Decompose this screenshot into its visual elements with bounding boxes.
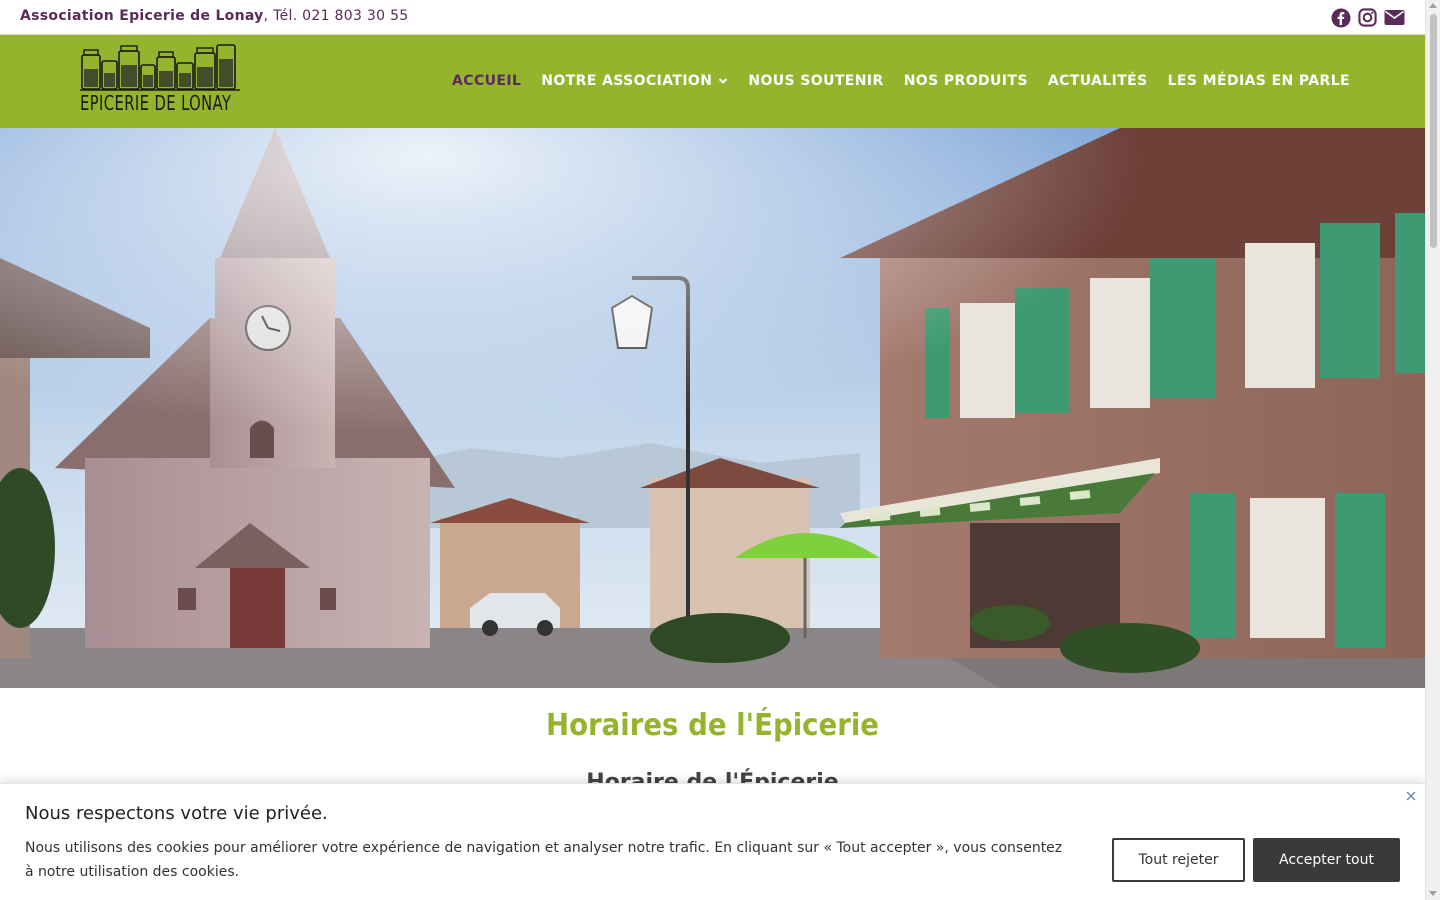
cookie-banner: Nous respectons votre vie privée. Nous u… — [0, 783, 1425, 900]
nav-item-notre-association[interactable]: NOTRE ASSOCIATION — [541, 73, 728, 89]
scroll-up-arrow-icon[interactable] — [1429, 3, 1437, 8]
nav-label: ACTUALITÉS — [1047, 73, 1148, 89]
social-links — [1330, 7, 1405, 28]
nav-item-medias[interactable]: LES MÉDIAS EN PARLE — [1168, 73, 1350, 89]
cookie-text: Nous utilisons des cookies pour améliore… — [25, 840, 1063, 880]
main-nav: ACCUEIL NOTRE ASSOCIATION NOUS SOUTENIR … — [452, 73, 1350, 89]
nav-label: NOS PRODUITS — [903, 73, 1028, 89]
logo-text: EPICERIE DE LONAY — [80, 91, 232, 115]
page-scrollbar[interactable] — [1425, 0, 1440, 900]
nav-item-accueil[interactable]: ACCUEIL — [452, 73, 521, 89]
nav-label: ACCUEIL — [452, 73, 522, 89]
envelope-icon[interactable] — [1384, 7, 1405, 28]
facebook-icon[interactable] — [1330, 7, 1351, 28]
nav-item-nos-produits[interactable]: NOS PRODUITS — [904, 73, 1028, 89]
page-title: Horaires de l'Épicerie — [545, 708, 880, 743]
scroll-down-arrow-icon[interactable] — [1429, 891, 1437, 896]
nav-item-actualites[interactable]: ACTUALITÉS — [1048, 73, 1148, 89]
accept-all-button[interactable]: Accepter tout — [1253, 838, 1400, 882]
nav-label: NOTRE ASSOCIATION — [541, 73, 713, 89]
org-name: Association Epicerie de Lonay — [20, 8, 264, 24]
nav-item-nous-soutenir[interactable]: NOUS SOUTENIR — [748, 73, 883, 89]
reject-all-button[interactable]: Tout rejeter — [1112, 838, 1245, 882]
nav-label: LES MÉDIAS EN PARLE — [1167, 73, 1350, 89]
site-header: EPICERIE DE LONAY ACCUEIL NOTRE ASSOCIAT… — [0, 35, 1425, 128]
chevron-down-icon — [719, 78, 728, 84]
cookie-heading: Nous respectons votre vie privée. — [25, 803, 328, 824]
instagram-icon[interactable] — [1357, 7, 1378, 28]
close-icon[interactable] — [1404, 788, 1418, 802]
nav-label: NOUS SOUTENIR — [748, 73, 884, 89]
phone-number: , Tél. 021 803 30 55 — [263, 8, 409, 24]
top-bar: Association Epicerie de Lonay, Tél. 021 … — [0, 0, 1425, 35]
contact-info: Association Epicerie de Lonay, Tél. 021 … — [20, 8, 409, 24]
jars-illustration — [80, 44, 240, 91]
site-logo[interactable]: EPICERIE DE LONAY — [80, 43, 240, 121]
scrollbar-thumb[interactable] — [1430, 14, 1437, 248]
hero-image — [0, 128, 1425, 688]
